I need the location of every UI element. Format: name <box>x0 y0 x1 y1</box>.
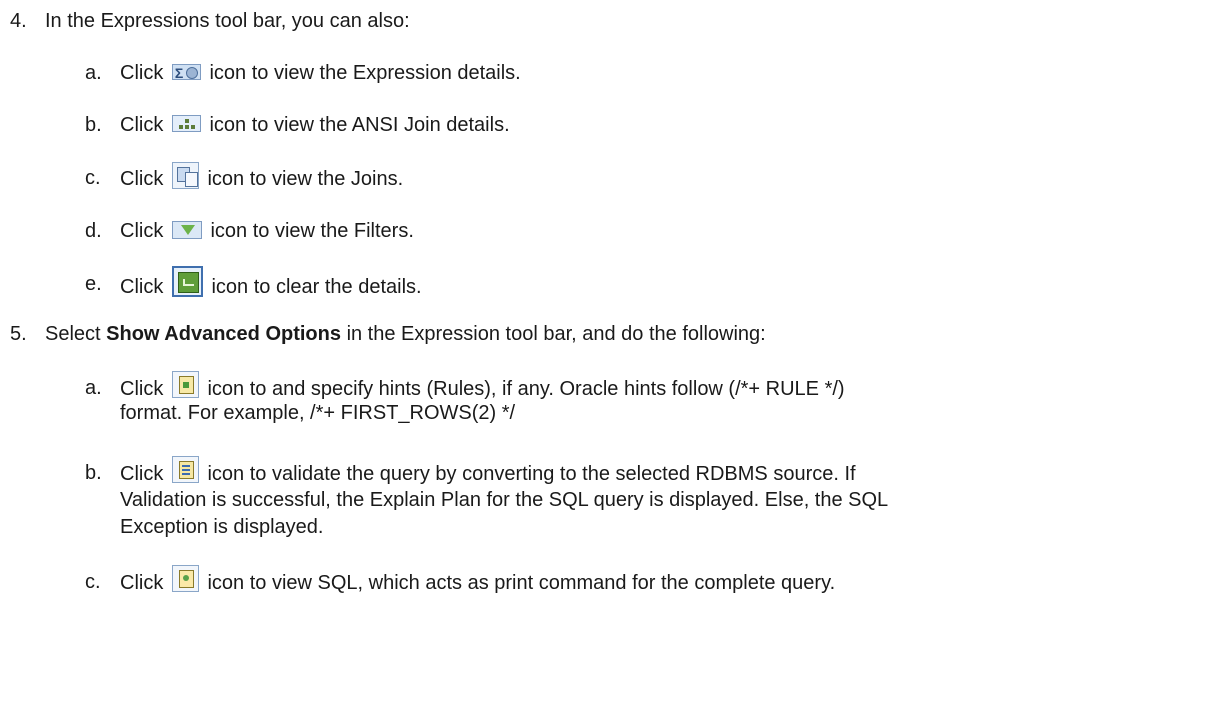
item-click-text: Click <box>120 62 164 84</box>
item-text: icon to clear the details. <box>211 275 422 298</box>
item-letter: b. <box>85 114 102 136</box>
item-click-text: Click <box>120 571 164 594</box>
item-click-text: Click <box>120 377 164 400</box>
joins-icon <box>171 162 199 189</box>
filter-icon <box>171 220 202 239</box>
ansi-join-icon <box>171 115 201 133</box>
item-click-text: Click <box>120 275 164 298</box>
item-click-text: Click <box>120 167 164 190</box>
item-letter: e. <box>85 273 102 295</box>
item-text: icon to view the Expression details. <box>209 62 521 84</box>
item-text: icon to validate the query by converting… <box>207 462 856 485</box>
step-number: 5. <box>10 323 27 345</box>
item-text: icon to view SQL, which acts as print co… <box>207 571 836 594</box>
item-click-text: Click <box>120 462 164 485</box>
clear-details-icon <box>171 266 203 297</box>
item-letter: d. <box>85 220 102 242</box>
item-text-line3: Exception is displayed. <box>120 516 324 538</box>
step-text: In the Expressions tool bar, you can als… <box>45 10 410 32</box>
item-text: icon to view the ANSI Join details. <box>209 114 510 136</box>
item-text: icon to and specify hints (Rules), if an… <box>207 377 845 400</box>
item-letter: b. <box>85 462 102 484</box>
item-letter: a. <box>85 377 102 399</box>
item-text-line2: format. For example, /*+ FIRST_ROWS(2) *… <box>120 402 516 424</box>
step-text-bold: Show Advanced Options <box>106 323 341 345</box>
step-text-before: Select <box>45 323 101 345</box>
step-text-after: in the Expression tool bar, and do the f… <box>346 323 766 345</box>
view-sql-icon <box>171 565 199 592</box>
item-click-text: Click <box>120 114 164 136</box>
item-letter: c. <box>85 167 101 189</box>
validate-query-icon <box>171 456 199 483</box>
item-text: icon to view the Joins. <box>207 167 404 190</box>
item-letter: c. <box>85 571 101 593</box>
item-text: icon to view the Filters. <box>210 220 414 242</box>
step-number: 4. <box>10 10 27 32</box>
item-click-text: Click <box>120 220 164 242</box>
item-text-line2: Validation is successful, the Explain Pl… <box>120 489 889 511</box>
hints-icon <box>171 371 199 398</box>
item-letter: a. <box>85 62 102 84</box>
expression-details-icon: Σ <box>171 63 201 81</box>
